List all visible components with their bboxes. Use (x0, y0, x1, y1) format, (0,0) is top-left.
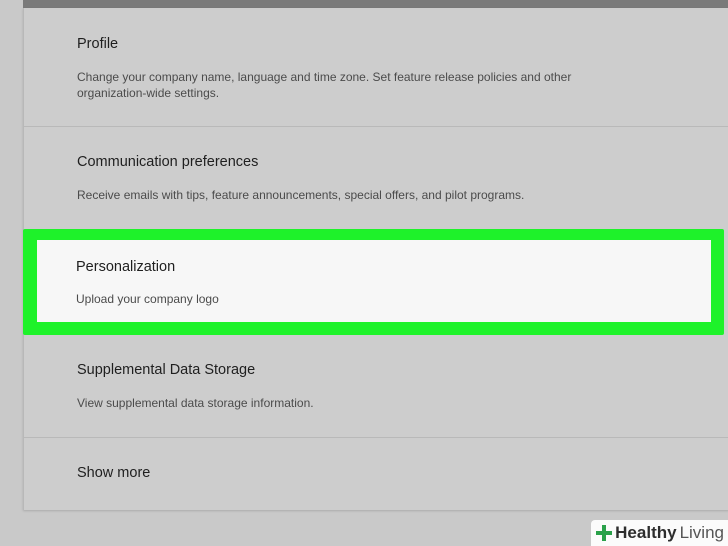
settings-row-supplemental-data-storage[interactable]: Supplemental Data Storage View supplemen… (24, 335, 728, 438)
top-bar (23, 0, 728, 8)
settings-row-description: View supplemental data storage informati… (77, 396, 314, 410)
settings-row-description: Receive emails with tips, feature announ… (77, 188, 525, 202)
watermark-brand-strong: Healthy (615, 523, 677, 542)
settings-row-title: Supplemental Data Storage (77, 362, 256, 378)
settings-row-communication-preferences[interactable]: Communication preferences Receive emails… (24, 127, 728, 230)
show-more-button[interactable]: Show more (77, 465, 150, 481)
settings-row-title: Personalization (76, 259, 176, 275)
show-more-row[interactable]: Show more (24, 438, 728, 510)
plus-icon (595, 524, 613, 542)
settings-row-personalization[interactable]: Personalization Upload your company logo (37, 240, 711, 322)
settings-row-description: Upload your company logo (76, 292, 219, 306)
settings-row-title: Communication preferences (77, 154, 259, 170)
watermark-brand-light: Living (679, 523, 724, 542)
healthy-living-watermark: Healthy Living (591, 520, 728, 546)
settings-row-profile[interactable]: Profile Change your company name, langua… (24, 8, 728, 127)
settings-row-title: Profile (77, 36, 119, 52)
settings-row-description: Change your company name, language and t… (77, 70, 572, 100)
highlight-outline: Personalization Upload your company logo (23, 229, 724, 335)
